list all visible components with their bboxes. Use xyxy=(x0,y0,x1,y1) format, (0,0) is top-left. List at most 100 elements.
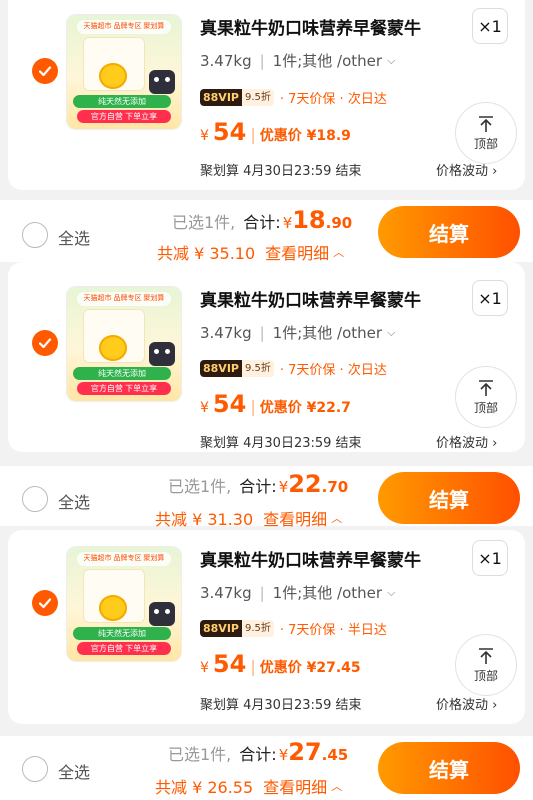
quantity-button[interactable]: ×1 xyxy=(472,540,508,576)
vip-label: 88VIP xyxy=(200,88,242,106)
selected-count: 已选1件, xyxy=(168,745,232,764)
sku-selector[interactable]: 3.47kg | 1件;其他 /other ⌵ xyxy=(200,322,395,343)
sku-selector[interactable]: 3.47kg | 1件;其他 /other ⌵ xyxy=(200,582,395,603)
total-integer: 22 xyxy=(288,470,322,498)
total-integer: 18 xyxy=(292,206,326,234)
quantity-button[interactable]: ×1 xyxy=(472,8,508,44)
item-price: 54 xyxy=(212,650,247,678)
chevron-up-icon: ︿ xyxy=(331,512,343,525)
checkout-button[interactable]: 结算 xyxy=(378,472,520,524)
mango-graphic xyxy=(99,335,127,361)
vip-discount: 9.5折 xyxy=(241,619,274,637)
total-summary: 已选1件, 合计: ¥ 18 .90 xyxy=(172,206,352,234)
chevron-down-icon: ⌵ xyxy=(387,53,396,67)
item-price: 54 xyxy=(212,118,247,146)
sku-weight: 3.47kg xyxy=(200,51,252,70)
thumb-green-badge: 纯天然无添加 xyxy=(73,367,171,380)
divider: | xyxy=(259,323,265,342)
promo-row: 88VIP 9.5折 · 7天价保 · 次日达 xyxy=(200,358,387,378)
thumb-red-badge: 官方自营 下单立享 xyxy=(77,382,171,395)
product-image[interactable]: 天猫超市 品牌专区 聚划算 纯天然无添加 官方自营 下单立享 xyxy=(66,14,182,130)
item-checkbox[interactable] xyxy=(32,590,58,616)
vip-badge: 88VIP 9.5折 xyxy=(200,619,274,637)
flash-sale-text: 聚划算 4月30日23:59 结束 xyxy=(200,436,362,451)
select-all-radio[interactable] xyxy=(22,222,48,248)
sku-spec: 1件;其他 /other xyxy=(272,584,383,602)
price-row: ¥ 54 | 优惠价 ¥27.45 xyxy=(200,650,361,678)
savings-row[interactable]: 共减 ¥ 35.10 查看明细 ︿ xyxy=(157,240,344,264)
total-integer: 27 xyxy=(288,738,322,766)
tmall-cat-icon xyxy=(149,342,175,366)
vip-badge: 88VIP 9.5折 xyxy=(200,88,274,106)
price-trend-link[interactable]: 价格波动 › xyxy=(436,160,497,179)
item-checkbox[interactable] xyxy=(32,58,58,84)
select-all-label[interactable]: 全选 xyxy=(58,759,90,783)
savings-row[interactable]: 共减 ¥ 26.55 查看明细 ︿ xyxy=(155,774,342,798)
delivery-text: · 7天价保 · 次日达 xyxy=(279,91,387,107)
total-label: 合计: xyxy=(243,213,281,232)
thumb-banner: 天猫超市 品牌专区 聚划算 xyxy=(77,552,171,566)
product-title[interactable]: 真果粒牛奶口味营养早餐蒙牛 xyxy=(200,14,421,39)
sku-selector[interactable]: 3.47kg | 1件;其他 /other ⌵ xyxy=(200,50,395,71)
view-details-link[interactable]: 查看明细 xyxy=(263,506,327,530)
divider: | xyxy=(250,125,256,144)
product-image[interactable]: 天猫超市 品牌专区 聚划算 纯天然无添加 官方自营 下单立享 xyxy=(66,546,182,662)
currency-symbol: ¥ xyxy=(278,478,289,496)
product-title[interactable]: 真果粒牛奶口味营养早餐蒙牛 xyxy=(200,546,421,571)
thumb-green-badge: 纯天然无添加 xyxy=(73,627,171,640)
checkout-button[interactable]: 结算 xyxy=(378,206,520,258)
savings-row[interactable]: 共减 ¥ 31.30 查看明细 ︿ xyxy=(155,506,342,530)
delivery-text: · 7天价保 · 次日达 xyxy=(279,362,387,378)
total-summary: 已选1件, 合计: ¥ 27 .45 xyxy=(168,738,348,766)
checkout-button[interactable]: 结算 xyxy=(378,742,520,794)
sku-spec: 1件;其他 /other xyxy=(272,324,383,342)
checkout-bar: 全选 已选1件, 合计: ¥ 22 .70 共减 ¥ 31.30 查看明细 ︿ … xyxy=(0,466,533,529)
currency-symbol: ¥ xyxy=(282,214,293,232)
check-icon xyxy=(38,598,52,609)
checkout-bar: 全选 已选1件, 合计: ¥ 27 .45 共减 ¥ 26.55 查看明细 ︿ … xyxy=(0,736,533,800)
quantity-button[interactable]: ×1 xyxy=(472,280,508,316)
chevron-up-icon: ︿ xyxy=(331,780,343,793)
cart-item-card: 天猫超市 品牌专区 聚划算 纯天然无添加 官方自营 下单立享 真果粒牛奶口味营养… xyxy=(8,530,525,724)
back-to-top-button[interactable]: 顶部 xyxy=(455,634,517,696)
tmall-cat-icon xyxy=(149,602,175,626)
sku-spec: 1件;其他 /other xyxy=(272,52,383,70)
select-all-label[interactable]: 全选 xyxy=(58,225,90,249)
currency-symbol: ¥ xyxy=(278,746,289,764)
cart-item-card: 天猫超市 品牌专区 聚划算 纯天然无添加 官方自营 下单立享 真果粒牛奶口味营养… xyxy=(8,0,525,190)
price-row: ¥ 54 | 优惠价 ¥18.9 xyxy=(200,118,351,146)
divider: | xyxy=(259,583,265,602)
arrow-up-icon xyxy=(479,380,493,396)
total-decimal: .45 xyxy=(321,746,349,764)
savings-amount: 共减 ¥ 31.30 xyxy=(155,510,254,529)
check-icon xyxy=(38,66,52,77)
thumb-banner: 天猫超市 品牌专区 聚划算 xyxy=(77,292,171,306)
select-all-radio[interactable] xyxy=(22,486,48,512)
view-details-link[interactable]: 查看明细 xyxy=(263,774,327,798)
thumb-red-badge: 官方自营 下单立享 xyxy=(77,110,171,123)
item-price: 54 xyxy=(212,390,247,418)
price-trend-link[interactable]: 价格波动 › xyxy=(436,694,497,713)
discount-price: 优惠价 ¥22.7 xyxy=(259,400,351,416)
thumb-banner: 天猫超市 品牌专区 聚划算 xyxy=(77,20,171,34)
divider: | xyxy=(250,657,256,676)
price-trend-link[interactable]: 价格波动 › xyxy=(436,432,497,451)
product-image[interactable]: 天猫超市 品牌专区 聚划算 纯天然无添加 官方自营 下单立享 xyxy=(66,286,182,402)
checkout-bar: 全选 已选1件, 合计: ¥ 18 .90 共减 ¥ 35.10 查看明细 ︿ … xyxy=(0,200,533,264)
currency-symbol: ¥ xyxy=(200,400,209,416)
currency-symbol: ¥ xyxy=(200,128,209,144)
item-checkbox[interactable] xyxy=(32,330,58,356)
view-details-link[interactable]: 查看明细 xyxy=(265,240,329,264)
product-title[interactable]: 真果粒牛奶口味营养早餐蒙牛 xyxy=(200,286,421,311)
savings-amount: 共减 ¥ 35.10 xyxy=(157,244,256,263)
select-all-label[interactable]: 全选 xyxy=(58,489,90,513)
back-to-top-button[interactable]: 顶部 xyxy=(455,102,517,164)
back-to-top-button[interactable]: 顶部 xyxy=(455,366,517,428)
check-icon xyxy=(38,338,52,349)
select-all-radio[interactable] xyxy=(22,756,48,782)
tmall-cat-icon xyxy=(149,70,175,94)
vip-discount: 9.5折 xyxy=(241,88,274,106)
total-label: 合计: xyxy=(239,477,277,496)
vip-label: 88VIP xyxy=(200,619,242,637)
price-row: ¥ 54 | 优惠价 ¥22.7 xyxy=(200,390,351,418)
